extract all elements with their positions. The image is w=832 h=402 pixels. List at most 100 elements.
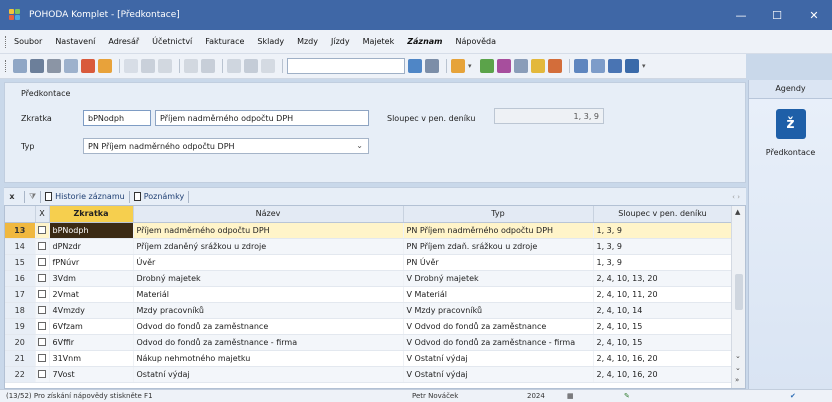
back-icon[interactable] bbox=[184, 59, 198, 73]
cell-nazev[interactable]: Mzdy pracovníků bbox=[133, 302, 404, 319]
select-icon[interactable] bbox=[451, 59, 465, 73]
table-row[interactable]: 15 fPNúvr Úvěr PN Úvěr 1, 3, 9 bbox=[5, 254, 733, 271]
table-row[interactable]: 21 31Vnm Nákup nehmotného majetku V Osta… bbox=[5, 350, 733, 367]
chevron-down-icon[interactable]: ⌄ bbox=[356, 141, 363, 150]
cell-nazev[interactable]: Nákup nehmotného majetku bbox=[133, 350, 404, 367]
cell-zkratka[interactable]: 3Vdm bbox=[49, 270, 134, 287]
agenda-item-predkontace[interactable]: Předkontace bbox=[749, 148, 832, 157]
row-checkbox[interactable] bbox=[35, 318, 50, 335]
nazev-input[interactable]: Příjem nadměrného odpočtu DPH bbox=[155, 110, 369, 126]
menu-mzdy[interactable]: Mzdy bbox=[297, 37, 318, 46]
maximize-button[interactable]: ☐ bbox=[759, 0, 795, 30]
cell-nazev[interactable]: Ostatní výdaj bbox=[133, 366, 404, 383]
row-checkbox[interactable] bbox=[35, 286, 50, 303]
table-row[interactable]: 13 bPNodph Příjem nadměrného odpočtu DPH… bbox=[5, 222, 733, 239]
row-checkbox[interactable] bbox=[35, 366, 50, 383]
table-row[interactable]: 17 2Vmat Materiál V Materiál 2, 4, 10, 1… bbox=[5, 286, 733, 303]
calendar-icon[interactable]: ▦ bbox=[567, 392, 574, 400]
cell-zkratka[interactable]: 6Vffir bbox=[49, 334, 134, 351]
cell-typ[interactable]: V Mzdy pracovníků bbox=[403, 302, 594, 319]
table-row[interactable]: 18 4Vmzdy Mzdy pracovníků V Mzdy pracovn… bbox=[5, 302, 733, 319]
vertical-scrollbar[interactable]: ▲ ⌄ ⌄ » bbox=[731, 206, 745, 388]
close-tab-button[interactable]: x bbox=[4, 192, 20, 201]
menu-soubor[interactable]: Soubor bbox=[14, 37, 42, 46]
filter-icon[interactable]: ⧩ bbox=[29, 192, 36, 202]
minimize-button[interactable]: — bbox=[723, 0, 759, 30]
cell-typ[interactable]: V Odvod do fondů za zaměstnance bbox=[403, 318, 594, 335]
menu-ucetnictvi[interactable]: Účetnictví bbox=[152, 37, 192, 46]
delete-icon[interactable] bbox=[201, 59, 215, 73]
cell-typ[interactable]: V Ostatní výdaj bbox=[403, 366, 594, 383]
table-row[interactable]: 14 dPNzdr Příjem zdaněný srážkou u zdroj… bbox=[5, 238, 733, 255]
menu-fakturace[interactable]: Fakturace bbox=[205, 37, 244, 46]
panel-icon[interactable] bbox=[591, 59, 605, 73]
menu-napoveda[interactable]: Nápověda bbox=[456, 37, 497, 46]
cell-sloupec[interactable]: 1, 3, 9 bbox=[593, 238, 733, 255]
close-button[interactable]: ✕ bbox=[796, 0, 832, 30]
cell-zkratka[interactable]: 31Vnm bbox=[49, 350, 134, 367]
cell-sloupec[interactable]: 2, 4, 10, 15 bbox=[593, 318, 733, 335]
iban-icon[interactable] bbox=[548, 59, 562, 73]
menu-zaznam[interactable]: Záznam bbox=[407, 37, 442, 46]
cell-nazev[interactable]: Úvěr bbox=[133, 254, 404, 271]
print-icon[interactable] bbox=[30, 59, 44, 73]
scroll-end-icon[interactable]: » bbox=[735, 376, 739, 384]
chevron-down-icon[interactable]: ▾ bbox=[642, 62, 651, 71]
column-header-sloupec[interactable]: Sloupec v pen. deníku bbox=[593, 206, 733, 223]
cell-zkratka[interactable]: dPNzdr bbox=[49, 238, 134, 255]
row-checkbox[interactable] bbox=[35, 238, 50, 255]
cell-typ[interactable]: V Odvod do fondů za zaměstnance - firma bbox=[403, 334, 594, 351]
cancel-icon[interactable] bbox=[244, 59, 258, 73]
cell-sloupec[interactable]: 1, 3, 9 bbox=[593, 222, 733, 239]
pen-icon[interactable]: ✎ bbox=[624, 392, 630, 400]
cell-typ[interactable]: V Drobný majetek bbox=[403, 270, 594, 287]
cell-typ[interactable]: V Materiál bbox=[403, 286, 594, 303]
calculator-icon[interactable] bbox=[514, 59, 528, 73]
row-checkbox[interactable] bbox=[35, 254, 50, 271]
cell-zkratka[interactable]: 7Vost bbox=[49, 366, 134, 383]
tab-notes[interactable]: Poznámky bbox=[133, 192, 184, 201]
window-icon[interactable] bbox=[574, 59, 588, 73]
sloupec-input[interactable]: 1, 3, 9 bbox=[494, 108, 604, 124]
cell-nazev[interactable]: Příjem nadměrného odpočtu DPH bbox=[133, 222, 404, 239]
cell-sloupec[interactable]: 2, 4, 10, 16, 20 bbox=[593, 350, 733, 367]
predkontace-icon[interactable]: ž bbox=[775, 109, 806, 139]
row-checkbox[interactable] bbox=[35, 270, 50, 287]
cell-zkratka[interactable]: 6Vfzam bbox=[49, 318, 134, 335]
cell-sloupec[interactable]: 2, 4, 10, 14 bbox=[593, 302, 733, 319]
filter-column-icon[interactable] bbox=[425, 59, 439, 73]
help-icon[interactable] bbox=[625, 59, 639, 73]
table-row[interactable]: 20 6Vffir Odvod do fondů za zaměstnance … bbox=[5, 334, 733, 351]
print-preview-icon[interactable] bbox=[47, 59, 61, 73]
menu-adresar[interactable]: Adresář bbox=[108, 37, 139, 46]
scroll-down-icon[interactable]: ⌄ bbox=[735, 352, 741, 360]
cell-nazev[interactable]: Drobný majetek bbox=[133, 270, 404, 287]
menu-nastaveni[interactable]: Nastavení bbox=[55, 37, 95, 46]
cell-sloupec[interactable]: 2, 4, 10, 11, 20 bbox=[593, 286, 733, 303]
cell-sloupec[interactable]: 2, 4, 10, 13, 20 bbox=[593, 270, 733, 287]
table-row[interactable]: 19 6Vfzam Odvod do fondů za zaměstnance … bbox=[5, 318, 733, 335]
list-icon[interactable] bbox=[158, 59, 172, 73]
new-record-icon[interactable] bbox=[124, 59, 138, 73]
cell-zkratka[interactable]: bPNodph bbox=[49, 222, 134, 239]
column-header-nazev[interactable]: Název bbox=[133, 206, 404, 223]
filter-icon[interactable] bbox=[408, 59, 422, 73]
agenda-icon[interactable] bbox=[13, 59, 27, 73]
row-checkbox[interactable] bbox=[35, 350, 50, 367]
cell-typ[interactable]: PN Příjem zdaň. srážkou u zdroje bbox=[403, 238, 594, 255]
calendar-icon[interactable] bbox=[497, 59, 511, 73]
tab-scroll-arrows[interactable]: ‹ › bbox=[732, 193, 740, 201]
scroll-down-icon[interactable]: ⌄ bbox=[735, 364, 741, 372]
copy-icon[interactable] bbox=[261, 59, 275, 73]
edit-icon[interactable] bbox=[141, 59, 155, 73]
cell-sloupec[interactable]: 1, 3, 9 bbox=[593, 254, 733, 271]
cell-sloupec[interactable]: 2, 4, 10, 16, 20 bbox=[593, 366, 733, 383]
table-row[interactable]: 22 7Vost Ostatní výdaj V Ostatní výdaj 2… bbox=[5, 366, 733, 383]
cell-sloupec[interactable]: 2, 4, 10, 15 bbox=[593, 334, 733, 351]
export-icon[interactable] bbox=[81, 59, 95, 73]
cell-typ[interactable]: PN Příjem nadměrného odpočtu DPH bbox=[403, 222, 594, 239]
scrollbar-thumb[interactable] bbox=[735, 274, 743, 310]
users-icon[interactable] bbox=[531, 59, 545, 73]
chevron-down-icon[interactable]: ▾ bbox=[468, 62, 477, 71]
cell-zkratka[interactable]: fPNúvr bbox=[49, 254, 134, 271]
